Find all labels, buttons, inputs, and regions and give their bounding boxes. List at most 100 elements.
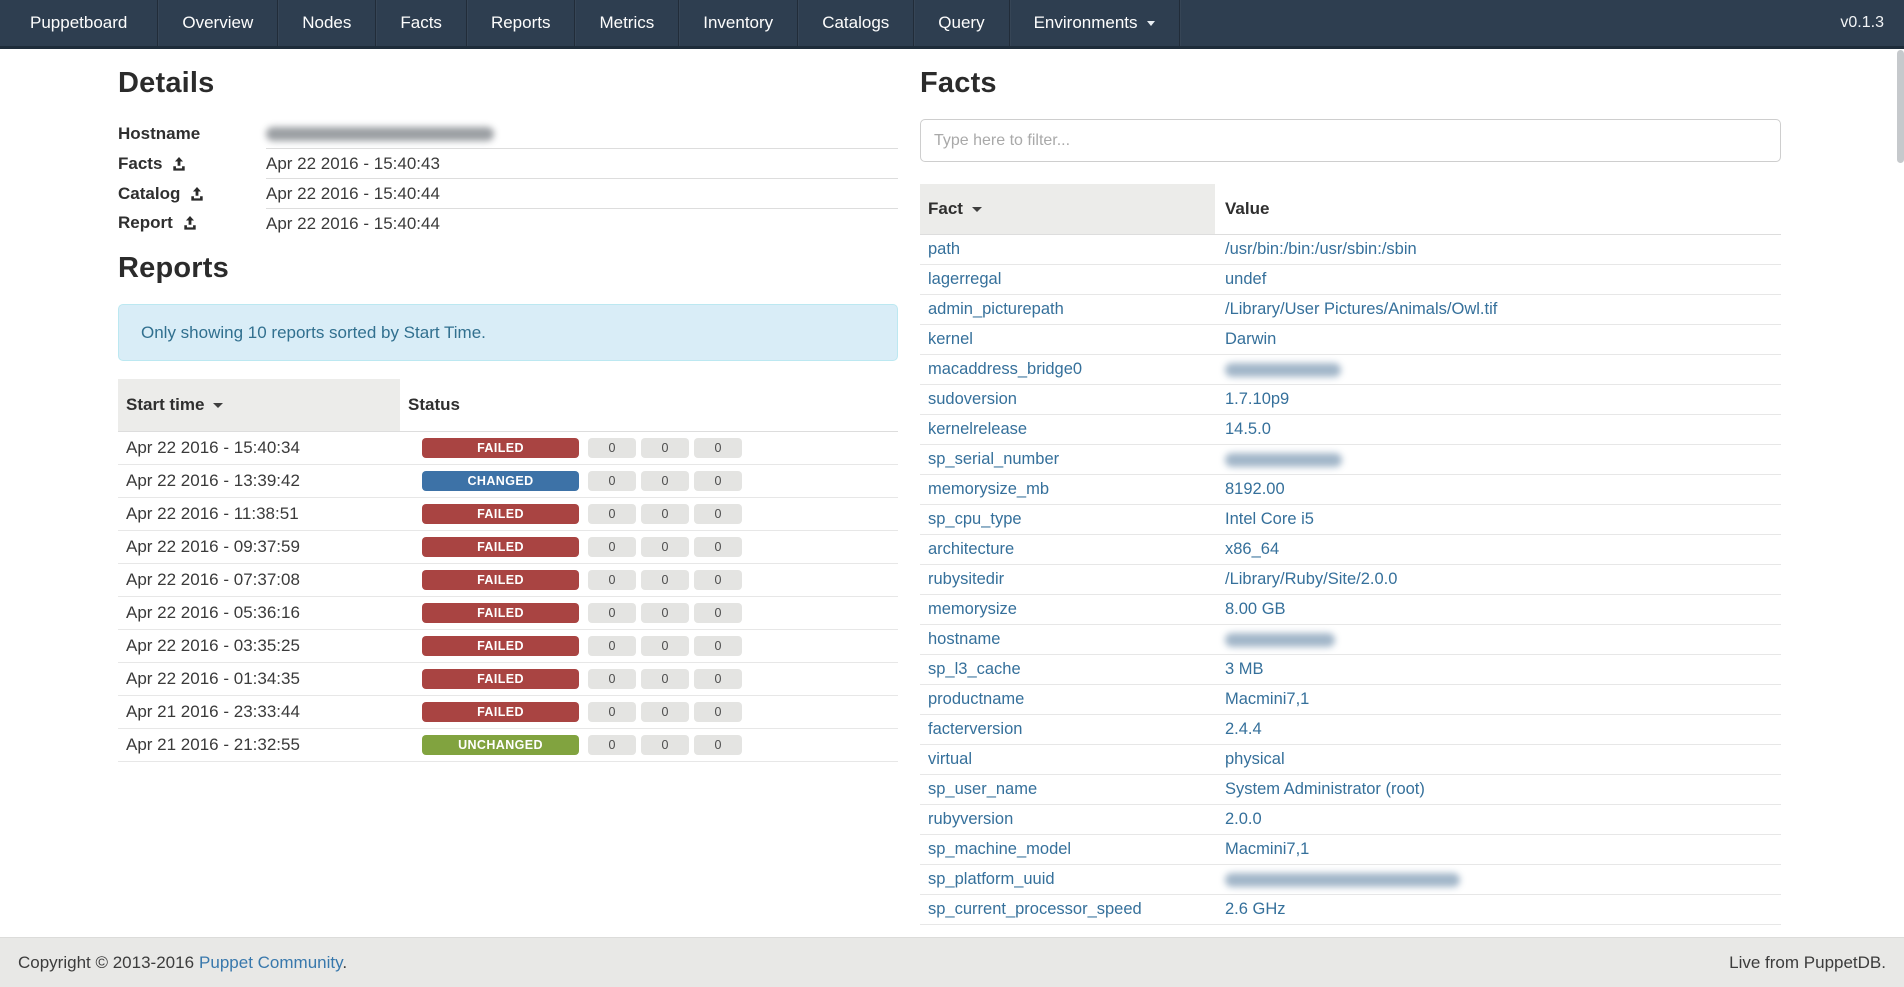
- fact-name-link[interactable]: rubysitedir: [928, 570, 1004, 588]
- nav-item-catalogs[interactable]: Catalogs: [798, 0, 914, 46]
- count-badge: 0: [588, 504, 636, 524]
- nav-item-reports[interactable]: Reports: [467, 0, 576, 46]
- fact-value-link[interactable]: Intel Core i5: [1225, 510, 1314, 528]
- navbar-brand[interactable]: Puppetboard: [0, 0, 158, 46]
- report-row: Apr 22 2016 - 09:37:59FAILED000: [118, 531, 898, 564]
- nav-item-metrics[interactable]: Metrics: [575, 0, 679, 46]
- fact-name-link[interactable]: productname: [928, 690, 1024, 708]
- count-badge: 0: [641, 735, 689, 755]
- fact-name-link[interactable]: sp_platform_uuid: [928, 870, 1055, 888]
- fact-value-link[interactable]: 2.6 GHz: [1225, 900, 1286, 918]
- fact-value-link[interactable]: undef: [1225, 270, 1266, 288]
- fact-name-link[interactable]: sp_cpu_type: [928, 510, 1022, 528]
- reports-column-status[interactable]: Status: [400, 379, 898, 432]
- fact-name-link[interactable]: sp_serial_number: [928, 450, 1059, 468]
- count-badge: 0: [694, 636, 742, 656]
- nav-item-overview[interactable]: Overview: [158, 0, 278, 46]
- count-badge: 0: [588, 636, 636, 656]
- main-content: Details HostnameFactsApr 22 2016 - 15:40…: [0, 49, 1904, 925]
- nav-item-query[interactable]: Query: [914, 0, 1009, 46]
- fact-value-link[interactable]: Macmini7,1: [1225, 690, 1309, 708]
- fact-name-link[interactable]: kernelrelease: [928, 420, 1027, 438]
- footer-copyright: Copyright © 2013-2016Puppet Community.: [18, 953, 347, 973]
- fact-name-link[interactable]: virtual: [928, 750, 972, 768]
- facts-column-value[interactable]: Value: [1215, 184, 1781, 235]
- fact-value-link[interactable]: Darwin: [1225, 330, 1276, 348]
- report-status: UNCHANGED000: [408, 735, 890, 755]
- fact-row: sp_machine_model Macmini7,1: [920, 835, 1781, 865]
- fact-name-link[interactable]: architecture: [928, 540, 1014, 558]
- report-start-time: Apr 22 2016 - 13:39:42: [118, 465, 400, 498]
- count-badge: 0: [588, 438, 636, 458]
- report-status: FAILED000: [408, 603, 890, 623]
- reports-column-start-time-label: Start time: [126, 395, 204, 414]
- fact-name-link[interactable]: sp_current_processor_speed: [928, 900, 1142, 918]
- fact-name-link[interactable]: path: [928, 240, 960, 258]
- fact-value: [1215, 625, 1781, 655]
- fact-value: /Library/Ruby/Site/2.0.0: [1215, 565, 1781, 595]
- fact-name-link[interactable]: sp_l3_cache: [928, 660, 1021, 678]
- details-label: Report: [118, 209, 266, 239]
- puppet-community-link[interactable]: Puppet Community: [199, 953, 342, 972]
- report-start-time: Apr 22 2016 - 07:37:08: [118, 564, 400, 597]
- report-status-cell: FAILED000: [400, 696, 898, 729]
- upload-icon[interactable]: [172, 157, 186, 171]
- nav-item-facts[interactable]: Facts: [376, 0, 467, 46]
- fact-name-link[interactable]: sp_user_name: [928, 780, 1037, 798]
- fact-row: sp_l3_cache 3 MB: [920, 655, 1781, 685]
- fact-value-link[interactable]: 3 MB: [1225, 660, 1264, 678]
- fact-name-link[interactable]: facterversion: [928, 720, 1022, 738]
- vertical-scrollbar[interactable]: [1897, 50, 1904, 163]
- nav-item-nodes[interactable]: Nodes: [278, 0, 376, 46]
- facts-column-fact[interactable]: Fact: [920, 184, 1215, 235]
- nav-item-inventory[interactable]: Inventory: [679, 0, 798, 46]
- fact-value-link[interactable]: x86_64: [1225, 540, 1279, 558]
- fact-name-link[interactable]: admin_picturepath: [928, 300, 1064, 318]
- fact-value-link[interactable]: /Library/User Pictures/Animals/Owl.tif: [1225, 300, 1497, 318]
- details-label-text: Facts: [118, 154, 162, 173]
- upload-icon[interactable]: [183, 216, 197, 230]
- fact-value-link[interactable]: 8.00 GB: [1225, 600, 1286, 618]
- nav-item-environments[interactable]: Environments: [1010, 0, 1180, 46]
- fact-value-link[interactable]: System Administrator (root): [1225, 780, 1425, 798]
- fact-value-link[interactable]: 14.5.0: [1225, 420, 1271, 438]
- fact-value-link[interactable]: 2.4.4: [1225, 720, 1262, 738]
- fact-row: kernel Darwin: [920, 325, 1781, 355]
- fact-name-link[interactable]: memorysize: [928, 600, 1017, 618]
- fact-row: rubysitedir/Library/Ruby/Site/2.0.0: [920, 565, 1781, 595]
- fact-value: Darwin: [1215, 325, 1781, 355]
- details-table: HostnameFactsApr 22 2016 - 15:40:43Catal…: [118, 119, 898, 238]
- fact-name: sp_platform_uuid: [920, 865, 1215, 895]
- report-start-time: Apr 22 2016 - 03:35:25: [118, 630, 400, 663]
- fact-name-link[interactable]: sudoversion: [928, 390, 1017, 408]
- fact-value-link[interactable]: 8192.00: [1225, 480, 1285, 498]
- redacted-value: [1225, 453, 1342, 467]
- reports-table: Start time Status Apr 22 2016 - 15:40:34…: [118, 379, 898, 762]
- report-status: FAILED000: [408, 504, 890, 524]
- fact-value-link[interactable]: physical: [1225, 750, 1285, 768]
- fact-value-link[interactable]: /Library/Ruby/Site/2.0.0: [1225, 570, 1397, 588]
- fact-name-link[interactable]: lagerregal: [928, 270, 1001, 288]
- report-status-cell: FAILED000: [400, 498, 898, 531]
- facts-filter-input[interactable]: [920, 119, 1781, 162]
- fact-row: sp_current_processor_speed 2.6 GHz: [920, 895, 1781, 925]
- fact-name-link[interactable]: memorysize_mb: [928, 480, 1049, 498]
- fact-value-link[interactable]: /usr/bin:/bin:/usr/sbin:/sbin: [1225, 240, 1417, 258]
- fact-row: hostname: [920, 625, 1781, 655]
- fact-row: virtual physical: [920, 745, 1781, 775]
- fact-name-link[interactable]: kernel: [928, 330, 973, 348]
- count-badge: 0: [694, 735, 742, 755]
- fact-name-link[interactable]: hostname: [928, 630, 1000, 648]
- fact-name-link[interactable]: sp_machine_model: [928, 840, 1071, 858]
- details-value: Apr 22 2016 - 15:40:44: [266, 209, 898, 239]
- fact-name-link[interactable]: macaddress_bridge0: [928, 360, 1082, 378]
- fact-row: rubyversion 2.0.0: [920, 805, 1781, 835]
- details-label: Catalog: [118, 179, 266, 209]
- fact-value-link[interactable]: Macmini7,1: [1225, 840, 1309, 858]
- reports-column-start-time[interactable]: Start time: [118, 379, 400, 432]
- fact-value-link[interactable]: 2.0.0: [1225, 810, 1262, 828]
- fact-value-link[interactable]: 1.7.10p9: [1225, 390, 1289, 408]
- fact-name-link[interactable]: rubyversion: [928, 810, 1013, 828]
- upload-icon[interactable]: [190, 187, 204, 201]
- fact-value: 1.7.10p9: [1215, 385, 1781, 415]
